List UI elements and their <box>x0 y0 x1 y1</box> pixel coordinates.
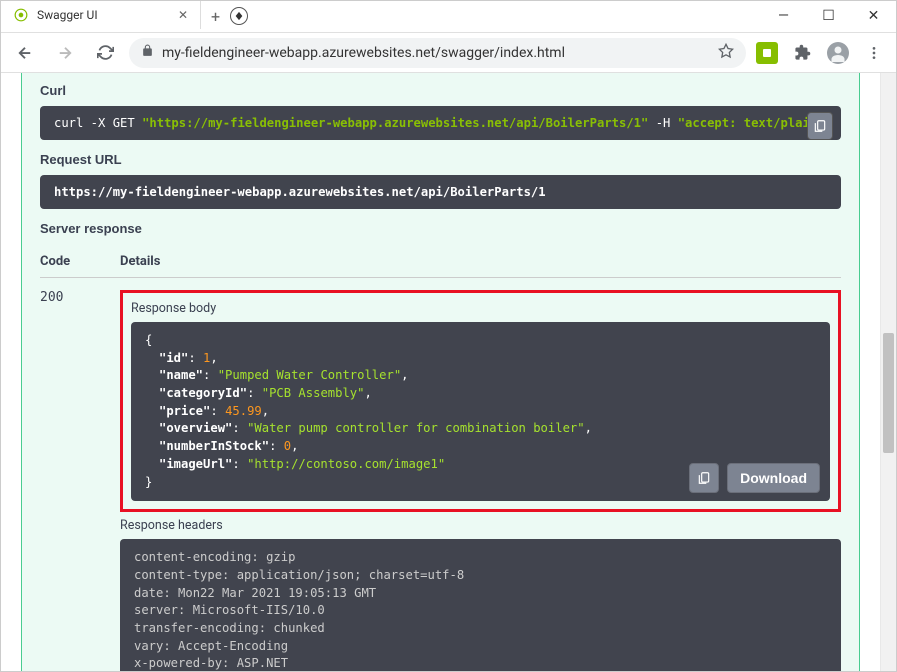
extension-icon[interactable] <box>756 42 778 64</box>
url-text: my-fieldengineer-webapp.azurewebsites.ne… <box>162 45 710 61</box>
response-body-highlight: Response body { "id": 1, "name": "Pumped… <box>120 290 841 512</box>
copy-response-button[interactable] <box>689 463 719 493</box>
download-button[interactable]: Download <box>727 463 820 493</box>
curl-flag: -H <box>648 116 677 130</box>
scrollbar-thumb[interactable] <box>883 333 894 453</box>
response-body-box: { "id": 1, "name": "Pumped Water Control… <box>131 322 830 501</box>
request-url-box: https://my-fieldengineer-webapp.azureweb… <box>40 175 841 209</box>
maximize-button[interactable]: ☐ <box>806 1 851 31</box>
status-code: 200 <box>40 290 120 671</box>
header-line: content-type: application/json; charset=… <box>134 567 827 585</box>
reload-button[interactable] <box>89 37 121 69</box>
bookmark-star-icon[interactable] <box>718 43 734 63</box>
forward-button[interactable] <box>49 37 81 69</box>
response-row: 200 Response body { "id": 1, "name": "Pu… <box>40 278 841 671</box>
request-url-value: https://my-fieldengineer-webapp.azureweb… <box>54 185 546 199</box>
profile-indicator-icon[interactable] <box>230 7 248 25</box>
curl-accept: "accept: text/plain" <box>678 116 825 130</box>
lock-icon <box>141 44 154 61</box>
extensions-puzzle-icon[interactable] <box>788 39 816 67</box>
header-line: transfer-encoding: chunked <box>134 620 827 638</box>
header-line: server: Microsoft-IIS/10.0 <box>134 602 827 620</box>
new-tab-button[interactable]: + <box>201 1 230 32</box>
response-headers-label: Response headers <box>120 518 841 533</box>
response-body-label: Response body <box>131 301 830 316</box>
header-line: content-encoding: gzip <box>134 549 827 567</box>
code-column-header: Code <box>40 254 120 269</box>
curl-label: Curl <box>40 83 841 98</box>
curl-command-box: curl -X GET "https://my-fieldengineer-we… <box>40 106 841 140</box>
header-line: vary: Accept-Encoding <box>134 638 827 656</box>
response-table-header: Code Details <box>40 244 841 278</box>
header-line: x-powered-by: ASP.NET <box>134 655 827 671</box>
browser-tab[interactable]: Swagger UI ✕ <box>1 1 201 29</box>
tab-title: Swagger UI <box>37 8 98 22</box>
curl-prefix: curl -X GET <box>54 116 142 130</box>
curl-url: "https://my-fieldengineer-webapp.azurewe… <box>142 116 648 130</box>
minimize-button[interactable]: — <box>761 1 806 31</box>
server-response-label: Server response <box>40 221 841 236</box>
browser-toolbar: my-fieldengineer-webapp.azurewebsites.ne… <box>1 33 896 73</box>
back-button[interactable] <box>9 37 41 69</box>
header-line: date: Mon22 Mar 2021 19:05:13 GMT <box>134 585 827 603</box>
close-tab-icon[interactable]: ✕ <box>178 8 188 22</box>
swagger-favicon-icon <box>13 7 29 23</box>
request-url-label: Request URL <box>40 152 841 167</box>
address-bar[interactable]: my-fieldengineer-webapp.azurewebsites.ne… <box>129 38 746 68</box>
window-controls: — ☐ ✕ <box>761 1 896 31</box>
close-window-button[interactable]: ✕ <box>851 1 896 31</box>
page-content: Curl curl -X GET "https://my-fieldengine… <box>1 73 880 671</box>
profile-avatar-icon[interactable] <box>824 39 852 67</box>
vertical-scrollbar[interactable] <box>880 73 896 671</box>
titlebar: Swagger UI ✕ + — ☐ ✕ <box>1 1 896 33</box>
details-column-header: Details <box>120 254 841 269</box>
response-headers-box: content-encoding: gzip content-type: app… <box>120 539 841 671</box>
copy-curl-button[interactable] <box>807 112 833 140</box>
kebab-menu-icon[interactable] <box>860 39 888 67</box>
